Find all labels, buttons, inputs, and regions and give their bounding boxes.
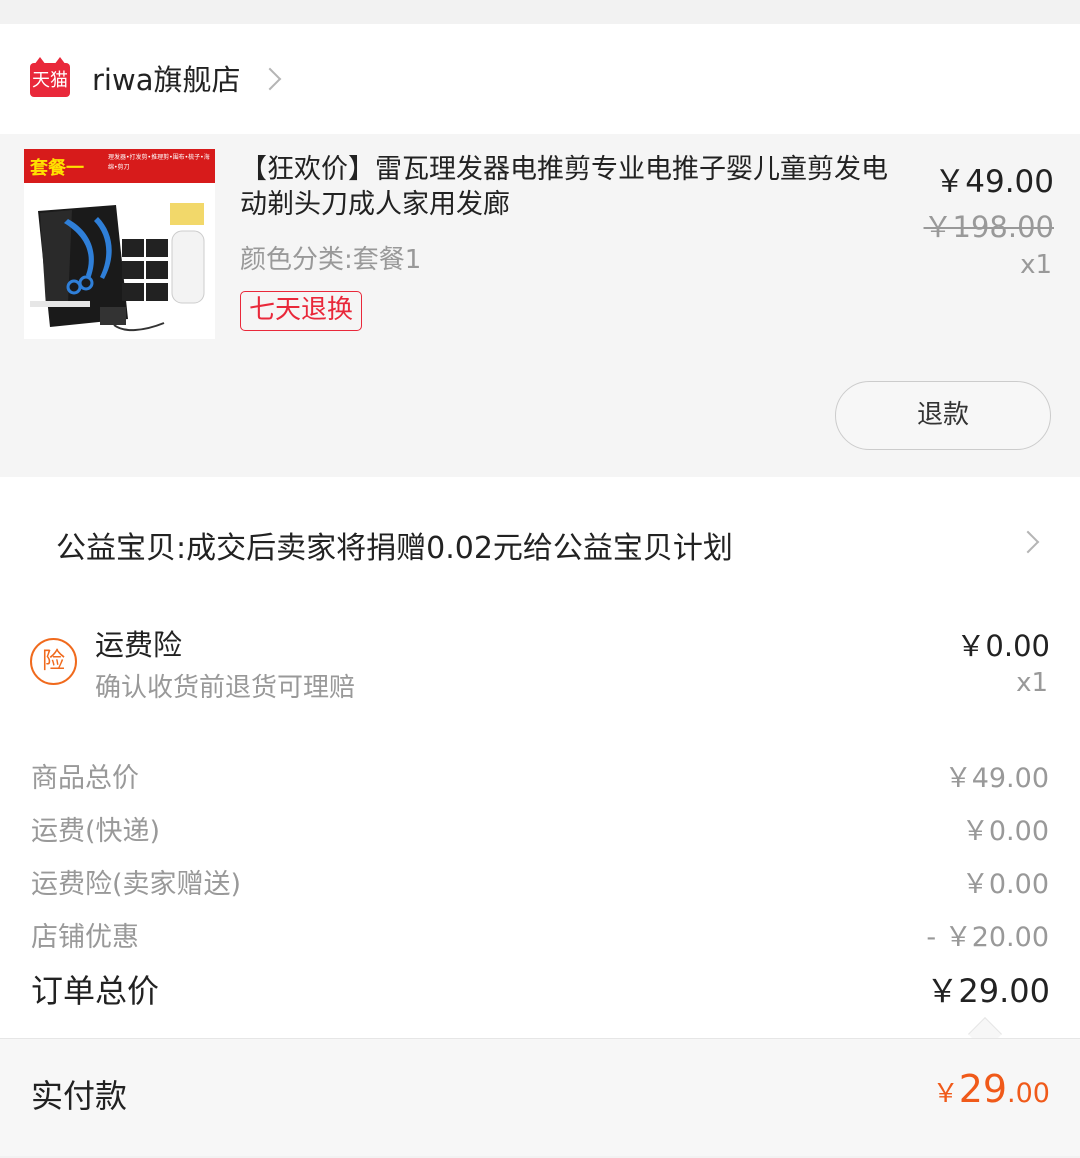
price-summary: 商品总价 ￥49.00 运费(快递) ￥0.00 运费险(卖家赠送) ￥0.00… xyxy=(0,722,1080,1051)
chevron-right-icon xyxy=(1016,530,1040,554)
refund-button[interactable]: 退款 xyxy=(835,381,1051,450)
seven-day-return-badge: 七天退换 xyxy=(240,291,363,331)
order-total-label: 订单总价 xyxy=(31,972,160,1010)
summary-label: 店铺优惠 xyxy=(31,922,139,953)
summary-value: ￥0.00 xyxy=(961,869,1049,900)
product-item[interactable]: 套餐一 理发器•打发剪•推理剪•围布•梳子•海绵•剪刀 【狂欢价】雷瓦理发器电推… xyxy=(0,134,1080,477)
amount-decimal: .00 xyxy=(1007,1078,1050,1109)
shop-header[interactable]: 天猫 riwa旗舰店 xyxy=(0,24,1080,134)
shipping-insurance-row: 险 运费险 确认收货前退货可理赔 ￥0.00 x1 xyxy=(0,607,1080,722)
order-total-value: ￥29.00 xyxy=(926,972,1050,1010)
summary-value: ￥0.00 xyxy=(961,816,1049,847)
summary-value: - ￥20.00 xyxy=(926,922,1049,953)
tmall-logo-icon: 天猫 xyxy=(30,57,70,97)
thumb-banner: 套餐一 理发器•打发剪•推理剪•围布•梳子•海绵•剪刀 xyxy=(24,149,215,183)
product-quantity: x1 xyxy=(1020,250,1052,280)
clipper-kit-image xyxy=(30,203,205,331)
thumb-subtitle: 理发器•打发剪•推理剪•围布•梳子•海绵•剪刀 xyxy=(108,154,210,171)
insurance-desc: 确认收货前退货可理赔 xyxy=(95,673,356,703)
insurance-title: 运费险 xyxy=(95,628,183,662)
amount-integer: 29 xyxy=(958,1067,1008,1111)
summary-value: ￥49.00 xyxy=(944,763,1049,794)
product-sku: 颜色分类:套餐1 xyxy=(240,245,422,275)
summary-label: 商品总价 xyxy=(31,763,139,794)
summary-label: 运费(快递) xyxy=(31,816,161,847)
product-price: ￥49.00 xyxy=(934,164,1054,200)
currency-symbol: ￥ xyxy=(932,1079,959,1109)
product-original-price: ￥198.00 xyxy=(923,210,1054,244)
actual-payment-amount: ￥29.00 xyxy=(933,1067,1050,1111)
product-title[interactable]: 【狂欢价】雷瓦理发器电推剪专业电推子婴儿童剪发电动剃头刀成人家用发廊 xyxy=(240,152,905,222)
shop-name[interactable]: riwa旗舰店 xyxy=(92,58,240,102)
insurance-quantity: x1 xyxy=(1016,668,1048,698)
actual-payment-row: 实付款 ￥29.00 xyxy=(0,1038,1080,1156)
charity-row[interactable]: 公益宝贝:成交后卖家将捐赠0.02元给公益宝贝计划 xyxy=(0,477,1080,607)
charity-text: 公益宝贝:成交后卖家将捐赠0.02元给公益宝贝计划 xyxy=(56,531,733,566)
summary-label: 运费险(卖家赠送) xyxy=(31,869,242,900)
thumb-title: 套餐一 xyxy=(30,158,84,179)
product-thumbnail[interactable]: 套餐一 理发器•打发剪•推理剪•围布•梳子•海绵•剪刀 xyxy=(24,149,215,339)
insurance-icon: 险 xyxy=(30,638,77,685)
actual-payment-label: 实付款 xyxy=(31,1077,128,1115)
insurance-price: ￥0.00 xyxy=(956,629,1050,663)
chevron-right-icon xyxy=(258,67,282,91)
